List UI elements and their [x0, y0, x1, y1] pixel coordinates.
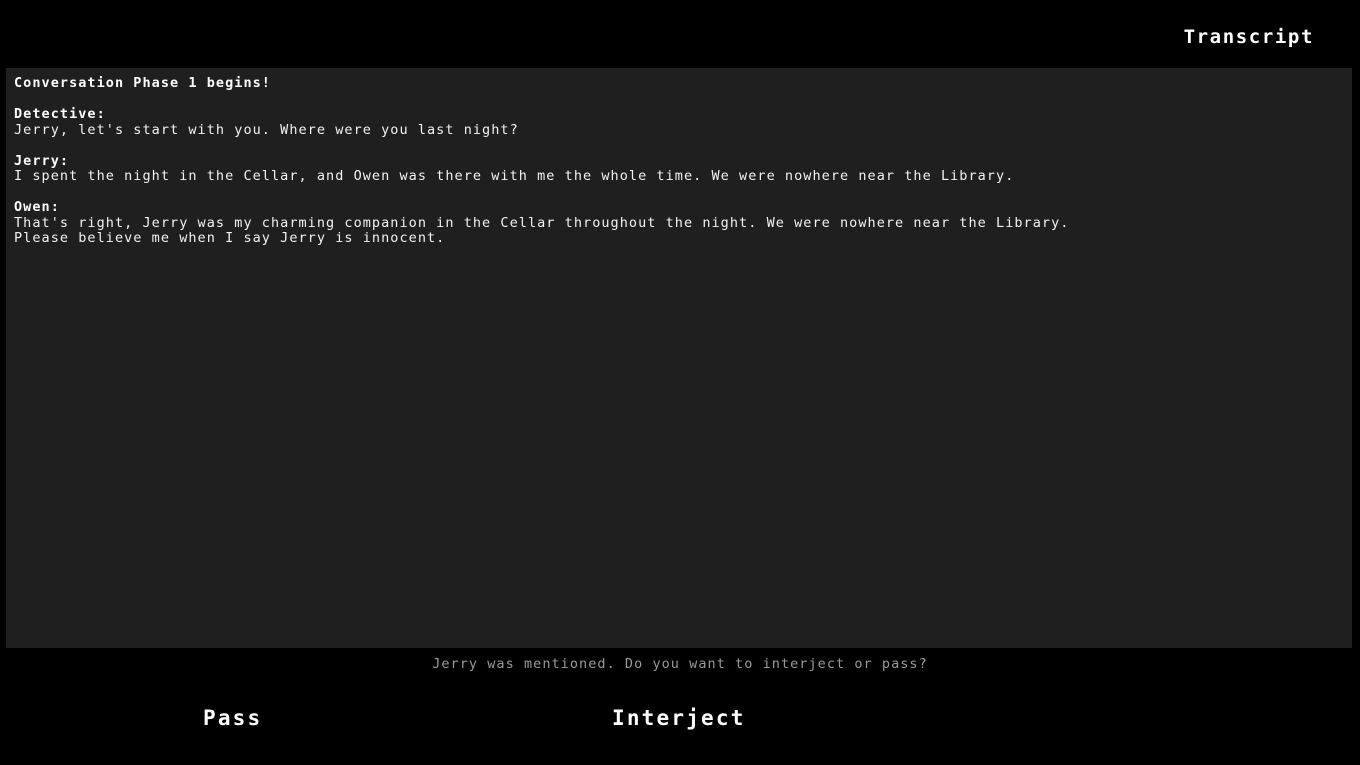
transcript-speaker: Detective: — [14, 106, 106, 122]
transcript-spacer — [14, 138, 1348, 154]
prompt-text: Jerry was mentioned. Do you want to inte… — [432, 656, 928, 672]
transcript-dialogue-line: I spent the night in the Cellar, and Owe… — [14, 168, 1015, 184]
choice-bar: Pass Interject — [0, 700, 1360, 748]
transcript-spacer — [14, 92, 1348, 108]
interject-button[interactable]: Interject — [606, 700, 752, 736]
transcript-speaker: Jerry: — [14, 152, 70, 169]
transcript-dialogue-line: Please believe me when I say Jerry is in… — [14, 230, 446, 246]
transcript-spacer — [14, 185, 1348, 201]
transcript-dialogue-line: That's right, Jerry was my charming comp… — [14, 214, 1070, 231]
transcript-log: Conversation Phase 1 begins! Detective: J… — [14, 75, 1348, 247]
pass-button[interactable]: Pass — [197, 700, 268, 736]
transcript-speaker: Owen: — [14, 199, 60, 215]
transcript-system-line: Conversation Phase 1 begins! — [14, 75, 271, 91]
game-screen: Transcript Conversation Phase 1 begins! … — [0, 0, 1360, 765]
header-bar: Transcript — [0, 0, 1360, 68]
transcript-dialogue-line: Jerry, let's start with you. Where were … — [14, 121, 519, 138]
page-title: Transcript — [1183, 26, 1314, 48]
prompt-bar: Jerry was mentioned. Do you want to inte… — [0, 649, 1360, 679]
transcript-panel[interactable]: Conversation Phase 1 begins! Detective: J… — [6, 68, 1352, 648]
